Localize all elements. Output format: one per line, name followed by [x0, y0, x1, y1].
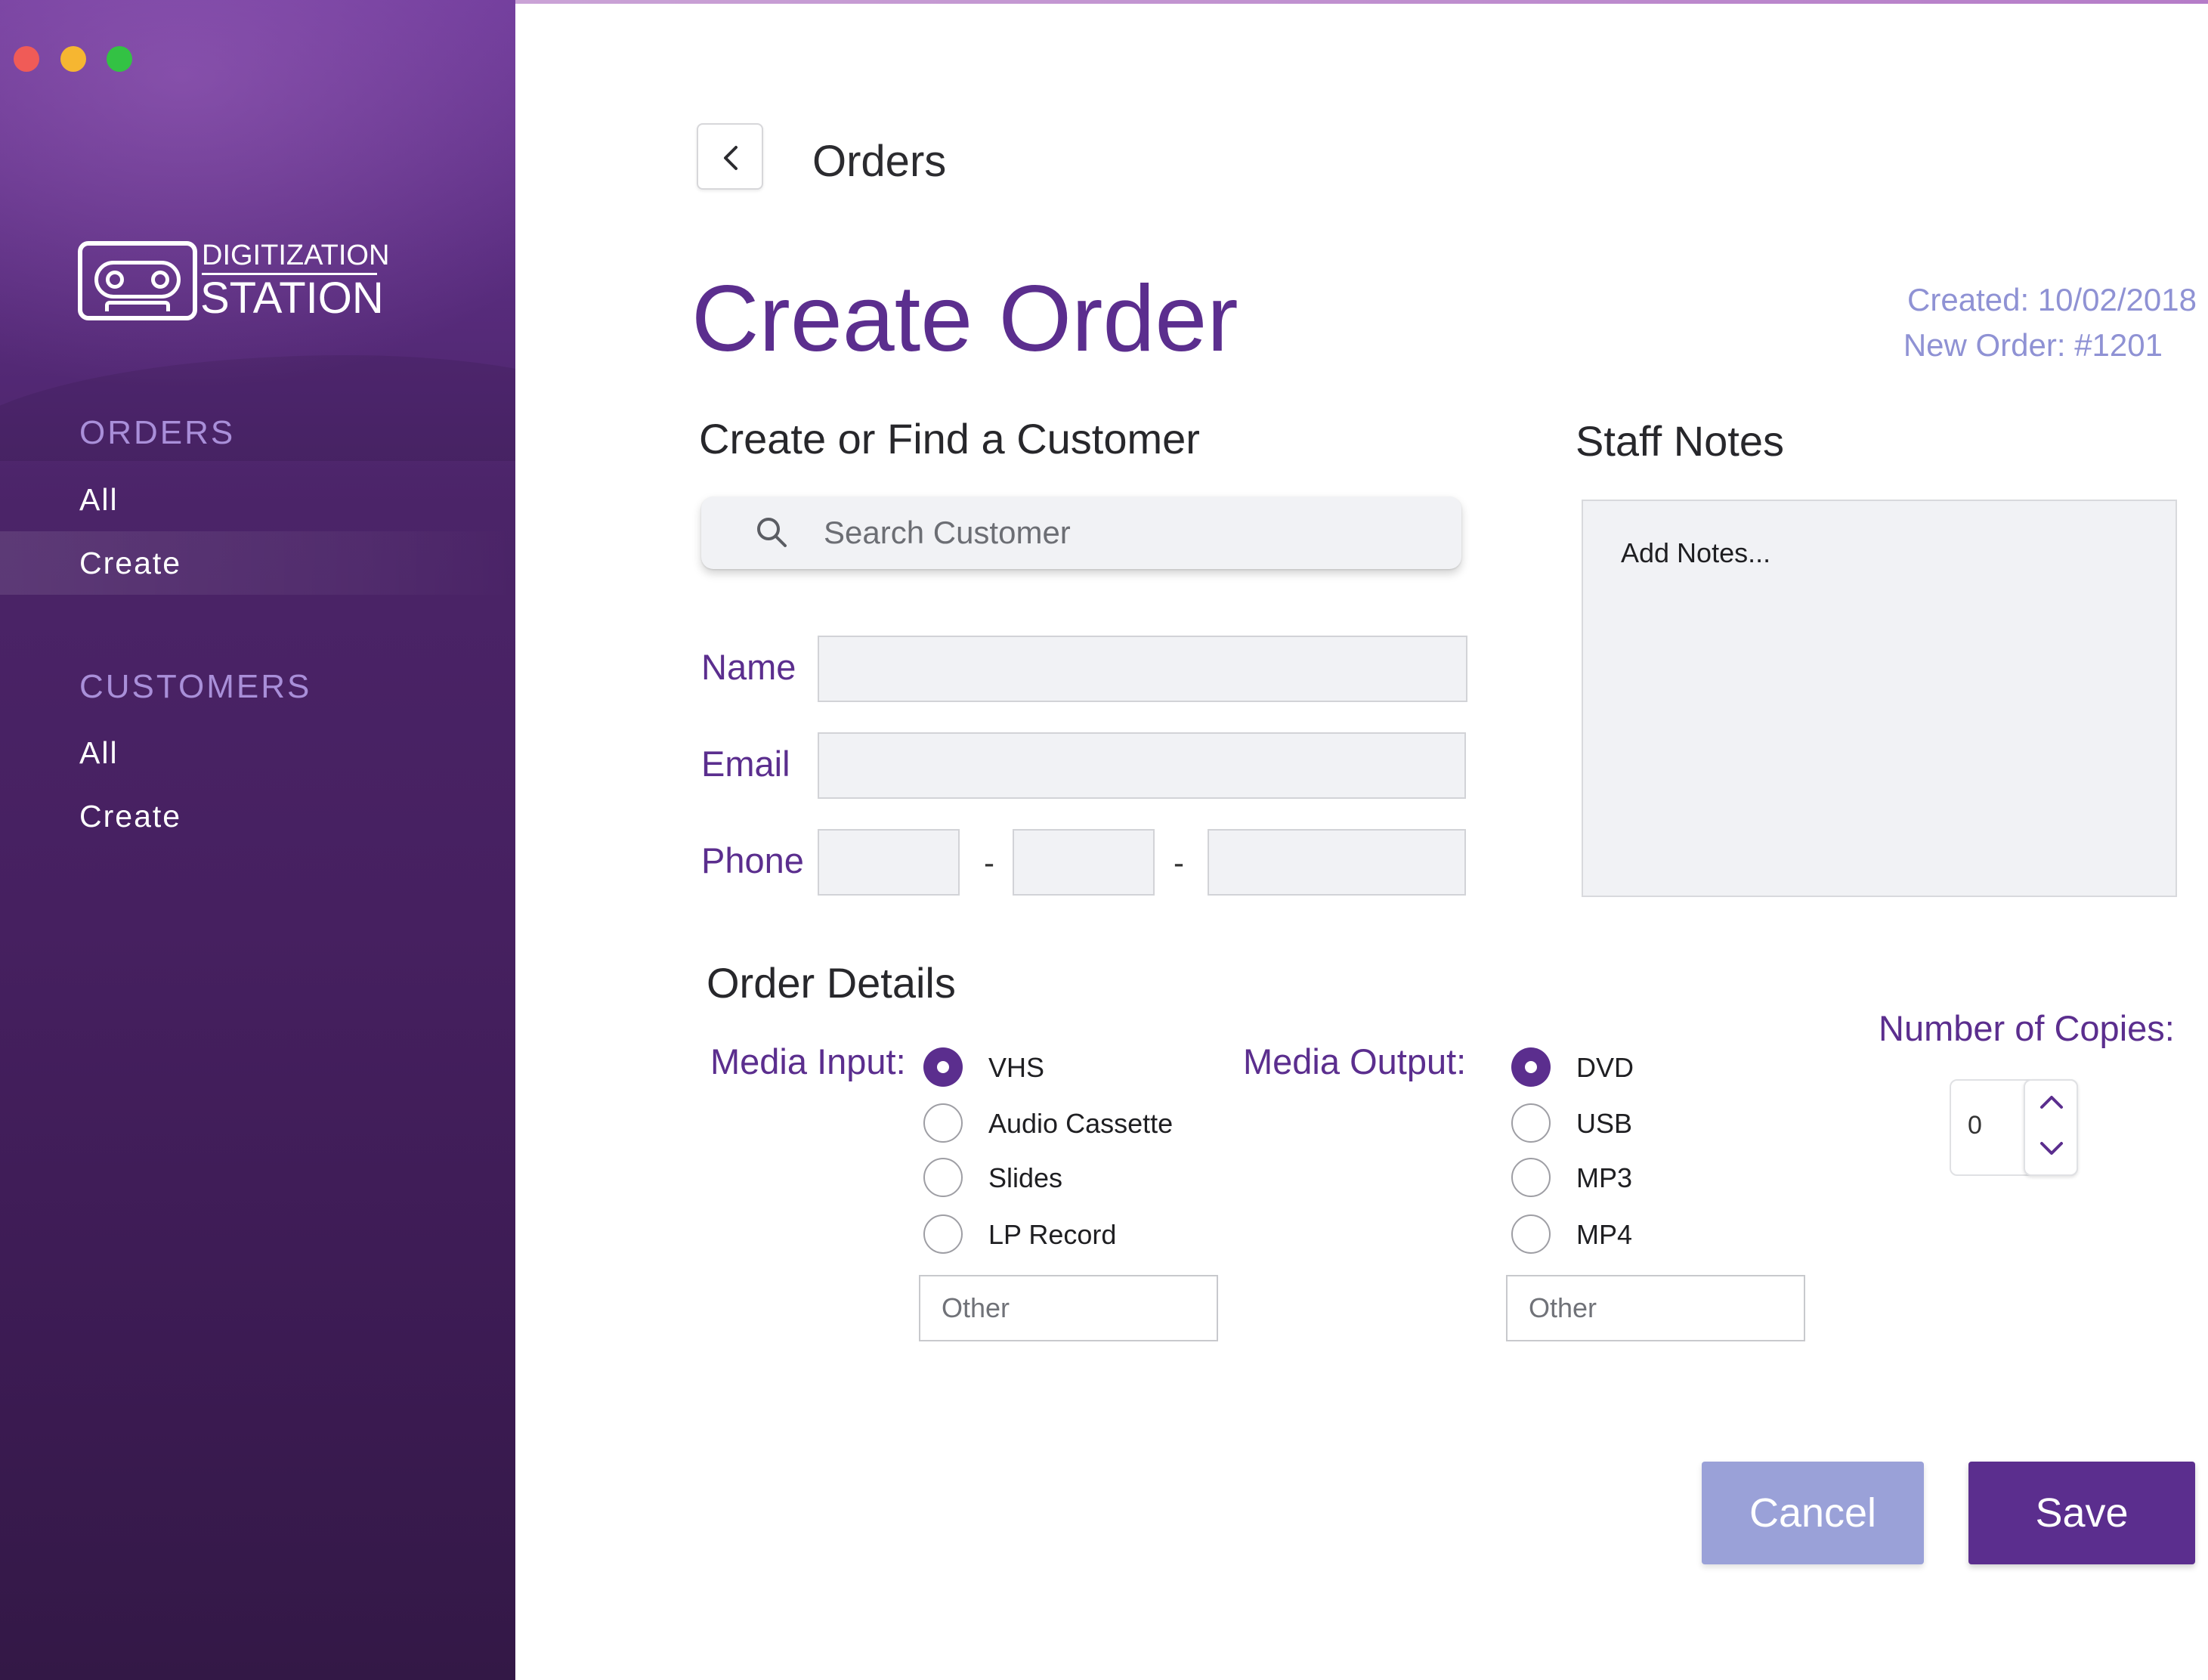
radio-label: DVD [1576, 1052, 1634, 1083]
radio-button[interactable] [1511, 1047, 1551, 1087]
increment-button[interactable] [2025, 1081, 2077, 1128]
order-number: New Order: #1201 [1903, 327, 2163, 363]
logo-text-bottom: STATION [200, 274, 384, 323]
nav-section-customers: CUSTOMERS [79, 668, 312, 705]
radio-button[interactable] [1511, 1214, 1551, 1254]
radio-label: MP4 [1576, 1219, 1633, 1250]
order-details-heading: Order Details [707, 959, 956, 1007]
radio-button[interactable] [923, 1047, 963, 1087]
page-title: Create Order [691, 267, 1239, 371]
copies-value[interactable]: 0 [1968, 1111, 1982, 1140]
decrement-button[interactable] [2025, 1128, 2077, 1174]
customer-search [701, 497, 1461, 569]
phone-label: Phone [701, 840, 804, 880]
save-button[interactable]: Save [1968, 1462, 2195, 1564]
search-icon [757, 518, 787, 547]
name-label: Name [701, 647, 796, 687]
copies-stepper[interactable]: 0 [1950, 1079, 2078, 1176]
radio-button[interactable] [923, 1214, 963, 1254]
phone-separator: - [984, 845, 994, 880]
cancel-button[interactable]: Cancel [1702, 1462, 1924, 1564]
chevron-down-icon [2040, 1142, 2063, 1155]
radio-label: Audio Cassette [988, 1108, 1174, 1139]
staff-notes-heading: Staff Notes [1576, 417, 1785, 465]
back-button[interactable] [697, 123, 763, 190]
top-accent-line [515, 0, 2208, 4]
stepper-buttons [2024, 1079, 2078, 1176]
search-input[interactable] [822, 497, 1442, 569]
created-date: Created: 10/02/2018 [1907, 282, 2197, 317]
copies-label: Number of Copies: [1879, 1008, 2175, 1048]
phone-area-field[interactable] [818, 829, 960, 896]
email-field[interactable] [818, 732, 1466, 799]
radio-button[interactable] [1511, 1103, 1551, 1143]
media-input-label: Media Input: [710, 1041, 906, 1081]
nav-section-orders: ORDERS [79, 414, 236, 451]
logo-text-top: DIGITIZATION [202, 240, 390, 275]
cassette-icon [78, 241, 197, 320]
radio-label: Slides [988, 1162, 1063, 1193]
radio-button[interactable] [923, 1158, 963, 1197]
phone-line-field[interactable] [1208, 829, 1466, 896]
chevron-left-icon [724, 146, 738, 170]
email-label: Email [701, 744, 790, 784]
radio-button[interactable] [1511, 1158, 1551, 1197]
media-input-other-field[interactable] [919, 1275, 1218, 1341]
nav-item-customers-create[interactable]: Create [0, 784, 515, 848]
radio-button[interactable] [923, 1103, 963, 1143]
radio-label: VHS [988, 1052, 1045, 1083]
nav-item-orders-create[interactable]: Create [0, 531, 515, 595]
phone-prefix-field[interactable] [1013, 829, 1155, 896]
radio-label: MP3 [1576, 1162, 1633, 1193]
name-field[interactable] [818, 636, 1467, 702]
media-output-other-field[interactable] [1506, 1275, 1805, 1341]
window-minimize-button[interactable] [60, 46, 86, 72]
sidebar: DIGITIZATION STATION ORDERS All Create C… [0, 0, 515, 1680]
media-output-label: Media Output: [1243, 1041, 1467, 1081]
radio-label: LP Record [988, 1219, 1117, 1250]
window-close-button[interactable] [14, 46, 39, 72]
window-zoom-button[interactable] [107, 46, 132, 72]
breadcrumb[interactable]: Orders [812, 136, 946, 187]
phone-separator: - [1174, 845, 1184, 880]
staff-notes-field[interactable] [1582, 500, 2177, 897]
chevron-up-icon [2040, 1096, 2063, 1109]
radio-label: USB [1576, 1108, 1633, 1139]
app-logo: DIGITIZATION STATION [78, 240, 389, 323]
customer-heading: Create or Find a Customer [699, 415, 1200, 463]
app-window: DIGITIZATION STATION ORDERS All Create C… [0, 0, 2208, 1680]
nav-item-customers-all[interactable]: All [0, 721, 515, 784]
nav-item-orders-all[interactable]: All [0, 468, 515, 531]
